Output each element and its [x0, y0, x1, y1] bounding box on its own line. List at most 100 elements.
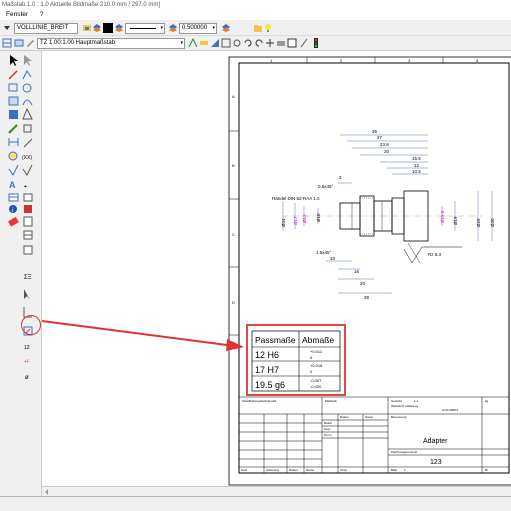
erase-tool-icon[interactable] [23, 124, 32, 133]
dim-36: 36 [372, 129, 378, 134]
print-icon[interactable] [276, 38, 286, 48]
toolbar-properties: VOLLLINIE_BREIT ▾ 0.500000 ▾ [0, 20, 511, 36]
calc-icon[interactable] [23, 216, 33, 227]
traffic-light-icon[interactable] [311, 38, 321, 48]
fit-table: Passmaße Abmaße 12 H6 +0.011 0 17 H7 +0.… [251, 330, 341, 392]
ruler-icon[interactable] [199, 38, 209, 48]
fit-row-1-upper: +0.011 [310, 349, 323, 354]
layer-dropdown-icon[interactable] [2, 23, 12, 33]
color-black-swatch[interactable] [103, 23, 113, 33]
annotation-arrow [41, 320, 244, 351]
info-icon[interactable]: i [9, 205, 17, 214]
tb-drawing-number: 123 [430, 459, 442, 466]
table-icon[interactable] [8, 193, 19, 202]
svg-text:12: 12 [24, 345, 30, 351]
select-rubber-icon[interactable] [24, 55, 32, 66]
linetype-combo[interactable]: ▾ [125, 23, 165, 34]
folder-icon[interactable] [253, 23, 263, 33]
svg-text:i: i [12, 208, 13, 214]
scale-edit-icon[interactable] [25, 38, 35, 48]
dim-chamfer-2: 1.5x45° [316, 250, 332, 255]
zoom-window-icon[interactable] [221, 38, 231, 48]
dim-20: 20 [384, 149, 390, 154]
dim-radius-icon[interactable] [8, 151, 18, 161]
dim-38: 38 [364, 295, 370, 300]
svg-text:ø: ø [25, 375, 29, 381]
text-A-icon[interactable]: A [9, 180, 16, 190]
tb-material-label: Werkstoff, Halbzeug [391, 404, 418, 408]
linewidth-combo[interactable]: 0.500000 ▾ [179, 23, 217, 34]
linetype-icon[interactable] [114, 23, 124, 33]
circle-tool-icon[interactable] [22, 83, 32, 93]
tb-gepr: Gepr [324, 427, 331, 431]
fit-table-header-deviation: Abmaße [302, 335, 334, 345]
text-tool-icon[interactable] [210, 38, 220, 48]
svg-text:(XX): (XX) [22, 155, 32, 161]
weld-icon[interactable] [22, 164, 33, 176]
grid-icon[interactable] [24, 205, 32, 213]
tb-origin-label: Urspr [340, 468, 347, 472]
lightbulb-icon[interactable] [263, 23, 273, 33]
trim-tool-icon[interactable] [22, 107, 33, 120]
offset-tool-icon[interactable] [9, 110, 18, 119]
polyline-tool-icon[interactable] [22, 70, 32, 80]
dim-16: 16 [354, 269, 360, 274]
move-icon[interactable] [265, 38, 275, 48]
pen-icon[interactable] [82, 23, 92, 33]
tool-palette: (XX) A ⌖ i ΣΞ 12 +/- ø [0, 51, 42, 496]
sum-icon[interactable]: ΣΞ [24, 275, 32, 281]
dim-dia-19: Ø19 [453, 216, 458, 225]
options-icon[interactable] [299, 38, 309, 48]
scale-combo[interactable]: TZ 1.00:1.00 Hauptmaßstab ▾ [37, 38, 185, 49]
cursor-tool-icon[interactable] [24, 289, 30, 300]
tb-mass-value: kg [485, 399, 489, 403]
dim-text-icon[interactable]: (XX) [22, 155, 32, 161]
select-arrow-icon[interactable] [10, 55, 18, 66]
redo-icon[interactable] [254, 38, 264, 48]
svg-text:⌖: ⌖ [24, 184, 27, 190]
fit-row-2-upper: +0.018 [310, 363, 323, 368]
drawing-canvas[interactable]: 1 2 3 4 A B C D 36 27 23.8 20 15.5 12 10… [41, 51, 511, 496]
insert-table-icon[interactable] [23, 230, 33, 240]
scale-icon[interactable] [14, 38, 24, 48]
rect-tool-icon[interactable] [8, 83, 18, 92]
layer-stack-icon[interactable] [92, 23, 102, 33]
edit-table-icon[interactable] [23, 245, 33, 255]
view-options-icon[interactable] [2, 38, 12, 48]
undo-icon[interactable] [243, 38, 253, 48]
dim-dia-29: Ø29 [476, 218, 481, 227]
tb-mass-label: Gewicht [391, 399, 402, 403]
number-icon[interactable]: 12 [24, 345, 30, 351]
dim-angle-icon[interactable] [23, 138, 33, 148]
surface-icon[interactable] [8, 164, 19, 176]
hatch-tool-icon[interactable] [22, 99, 33, 106]
fit-tolerance-icon[interactable]: ø [25, 375, 29, 381]
table2-icon[interactable] [23, 193, 33, 202]
scale-combo-value: TZ 1.00:1.00 Hauptmaßstab [40, 40, 116, 46]
pan-icon[interactable] [232, 38, 242, 48]
pen-tool-icon[interactable] [8, 124, 18, 134]
tb-sheets-total: Bl [485, 468, 488, 472]
menu-fenster[interactable]: Fenster [6, 11, 28, 18]
arc-tool-icon[interactable] [8, 96, 19, 106]
tb-designation-label: Benennung [391, 415, 407, 419]
svg-text:ΣΞ: ΣΞ [24, 275, 32, 281]
layer-combo[interactable]: VOLLLINIE_BREIT [14, 23, 78, 34]
linewidth-icon[interactable] [168, 23, 178, 33]
measure-icon[interactable] [188, 37, 198, 48]
menu-bar: Fenster ? [0, 10, 511, 20]
horizontal-scrollbar[interactable] [42, 486, 511, 496]
menu-help[interactable]: ? [40, 11, 44, 18]
eraser-icon[interactable] [8, 216, 19, 227]
tool-palette-icons: (XX) A ⌖ i ΣΞ 12 +/- ø [8, 55, 33, 381]
fit-table-icon[interactable]: +/- [24, 359, 30, 365]
layer-settings-icon[interactable] [221, 23, 231, 33]
status-bar [0, 496, 511, 511]
tb-name-label: Name [365, 415, 373, 419]
sheet-outer [228, 56, 511, 486]
export-icon[interactable] [287, 38, 297, 48]
tb-scale-label: Maßstab [325, 399, 337, 403]
tolerance-icon[interactable]: ⌖ [24, 184, 27, 190]
line-tool-icon[interactable] [8, 70, 18, 80]
dim-linear-icon[interactable] [8, 138, 19, 146]
